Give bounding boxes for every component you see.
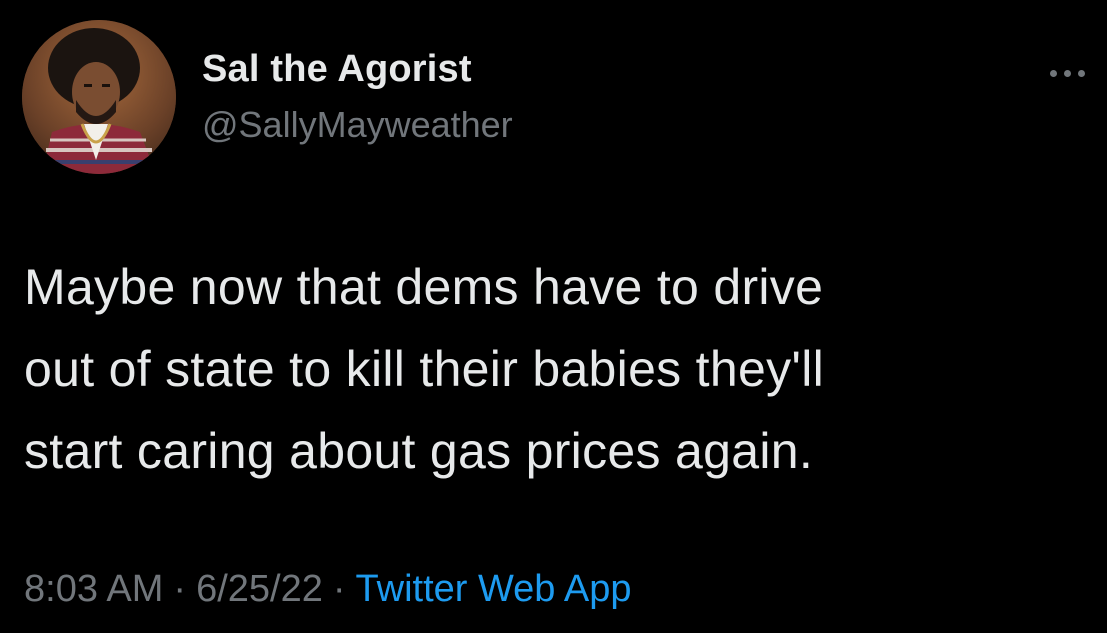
tweet-text-line: out of state to kill their babies they'l… — [24, 341, 825, 397]
meta-separator: · — [332, 568, 346, 610]
tweet-text: Maybe now that dems have to drive out of… — [24, 246, 1084, 492]
tweet-source-link[interactable]: Twitter Web App — [356, 568, 632, 610]
author-handle[interactable]: @SallyMayweather — [202, 104, 513, 146]
tweet-text-line: start caring about gas prices again. — [24, 423, 814, 479]
tweet-meta: 8:03 AM · 6/25/22 · Twitter Web App — [24, 568, 632, 611]
meta-separator: · — [173, 568, 187, 610]
tweet-card: Sal the Agorist @SallyMayweather Maybe n… — [0, 0, 1107, 633]
author-display-name[interactable]: Sal the Agorist — [202, 48, 472, 91]
avatar-photo-icon — [22, 20, 176, 174]
avatar[interactable] — [22, 20, 176, 174]
tweet-time[interactable]: 8:03 AM — [24, 568, 163, 610]
more-options-icon[interactable] — [1044, 58, 1094, 88]
tweet-date[interactable]: 6/25/22 — [196, 568, 323, 610]
tweet-text-line: Maybe now that dems have to drive — [24, 259, 824, 315]
